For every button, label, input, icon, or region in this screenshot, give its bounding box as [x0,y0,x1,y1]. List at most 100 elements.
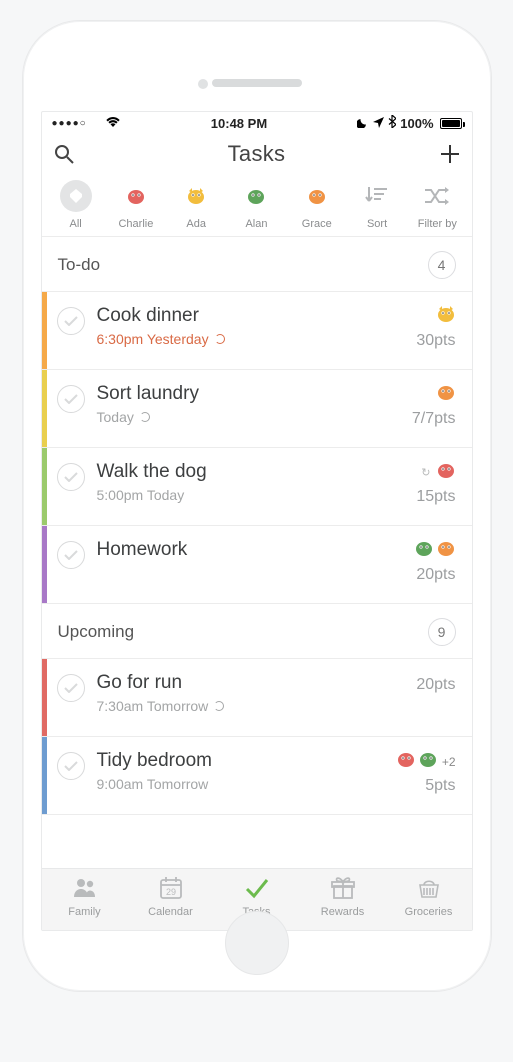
filter-row: All Charlie Ada Alan Gra [42,174,472,237]
filter-chip-all[interactable]: All [47,180,104,230]
task-points: 20pts [416,566,455,584]
task-subtitle: Today [97,409,412,425]
color-stripe [42,659,47,736]
wifi-icon [105,115,121,131]
task-name: Sort laundry [97,383,412,405]
task-subtitle: 6:30pm Yesterday [97,331,417,347]
color-stripe [42,526,47,603]
color-stripe [42,448,47,525]
task-row[interactable]: Walk the dog 5:00pm Today ↻ 15pts [42,448,472,526]
status-time: 10:48 PM [121,116,358,131]
filter-label: Grace [302,218,332,230]
phone-frame: ●●●●○ 10:48 PM 100% [22,20,492,992]
complete-checkbox[interactable] [57,752,85,780]
filter-chip-charlie[interactable]: Charlie [107,180,164,230]
svg-text:29: 29 [165,887,175,897]
camera-dot [198,79,208,89]
header: Tasks [42,134,472,174]
tab-label: Groceries [405,906,453,918]
home-button[interactable] [225,911,289,975]
filter-chip-ada[interactable]: Ada [168,180,225,230]
task-name: Go for run [97,672,417,694]
task-assignees [436,383,456,406]
tab-groceries[interactable]: Groceries [389,875,469,930]
grace-avatar-icon [301,180,333,212]
task-assignees [414,539,456,562]
grace-assignee-icon [436,383,456,406]
filter-label: All [70,218,82,230]
calendar-icon: 29 [158,875,184,904]
task-points: 7/7pts [412,410,456,428]
recurring-icon [215,334,225,344]
filter-chip-alan[interactable]: Alan [228,180,285,230]
complete-checkbox[interactable] [57,463,85,491]
section-title: To-do [58,255,101,275]
task-subtitle: 9:00am Tomorrow [97,776,396,792]
complete-checkbox[interactable] [57,674,85,702]
section-header-upcoming[interactable]: Upcoming 9 [42,604,472,659]
task-subtitle: 7:30am Tomorrow [97,698,417,714]
page-title: Tasks [74,141,440,167]
task-row[interactable]: Homework 20pts [42,526,472,604]
tab-rewards[interactable]: Rewards [303,875,383,930]
charlie-avatar-icon [120,180,152,212]
tab-label: Rewards [321,906,364,918]
signal-dots-icon: ●●●●○ [52,118,87,129]
filter-chip-grace[interactable]: Grace [288,180,345,230]
alan-assignee-icon [414,539,434,562]
todo-count-badge: 4 [428,251,456,279]
tab-family[interactable]: Family [45,875,125,930]
filter-chip-sort[interactable]: Sort [349,180,406,230]
task-row[interactable]: Tidy bedroom 9:00am Tomorrow +2 5pts [42,737,472,815]
location-icon [373,116,384,131]
filter-label: Charlie [118,218,153,230]
search-icon[interactable] [54,144,74,164]
moon-icon [357,116,369,131]
task-row[interactable]: Go for run 7:30am Tomorrow 20pts [42,659,472,737]
filter-chip-filter[interactable]: Filter by [409,180,466,230]
add-task-button[interactable] [440,144,460,164]
family-icon [72,875,98,904]
recurring-icon [140,412,150,422]
screen: ●●●●○ 10:48 PM 100% [41,111,473,931]
color-stripe [42,292,47,369]
task-row[interactable]: Sort laundry Today 7/7pts [42,370,472,448]
recurring-icon [214,701,224,711]
section-header-todo[interactable]: To-do 4 [42,237,472,292]
tab-label: Family [68,906,100,918]
complete-checkbox[interactable] [57,385,85,413]
task-name: Tidy bedroom [97,750,396,772]
sort-icon [361,180,393,212]
groceries-icon [416,875,442,904]
charlie-assignee-icon [396,750,416,773]
task-points: 5pts [425,777,455,795]
bluetooth-icon [388,115,396,131]
upcoming-list: Go for run 7:30am Tomorrow 20pts Tidy be… [42,659,472,815]
complete-checkbox[interactable] [57,307,85,335]
task-points: 15pts [416,488,455,506]
task-name: Cook dinner [97,305,417,327]
filter-label: Sort [367,218,387,230]
shuffle-icon [421,180,453,212]
filter-label: Alan [245,218,267,230]
task-points: 30pts [416,332,455,350]
complete-checkbox[interactable] [57,541,85,569]
tab-label: Calendar [148,906,193,918]
alan-avatar-icon [240,180,272,212]
status-bar: ●●●●○ 10:48 PM 100% [42,112,472,134]
task-assignees: ↻ [421,461,455,484]
task-assignees [436,305,456,328]
tab-calendar[interactable]: 29 Calendar [131,875,211,930]
task-row[interactable]: Cook dinner 6:30pm Yesterday 30pts [42,292,472,370]
task-name: Homework [97,539,414,561]
ada-assignee-icon [436,305,456,328]
tasks-icon [244,875,270,904]
charlie-assignee-icon [436,461,456,484]
task-subtitle: 5:00pm Today [97,487,417,503]
battery-percent: 100% [400,116,433,131]
filter-label: Filter by [418,218,457,230]
battery-icon [440,118,462,129]
recurring-icon: ↻ [421,466,430,479]
color-stripe [42,737,47,814]
section-title: Upcoming [58,622,135,642]
